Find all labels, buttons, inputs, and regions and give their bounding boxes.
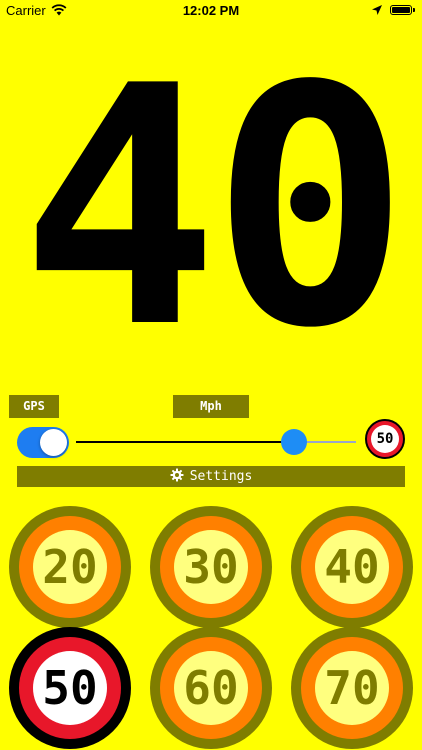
- gps-toggle[interactable]: [17, 427, 69, 458]
- speed-limit-value: 20: [33, 530, 107, 604]
- slider-track-filled: [76, 441, 294, 443]
- speed-limit-value: 60: [174, 651, 248, 725]
- current-limit-value: 50: [371, 425, 399, 453]
- speed-limit-button-70[interactable]: 70: [291, 627, 413, 749]
- speed-limit-button-50[interactable]: 50: [9, 627, 131, 749]
- gps-toggle-knob[interactable]: [40, 429, 67, 456]
- gps-label: GPS: [9, 395, 59, 418]
- battery-tip: [413, 8, 415, 12]
- battery-icon: [390, 5, 412, 15]
- settings-button[interactable]: Settings: [17, 466, 405, 487]
- current-limit-sign: 50: [365, 419, 405, 459]
- unit-button[interactable]: Mph: [173, 395, 249, 418]
- current-speed-display: 40: [20, 16, 409, 400]
- speed-limit-button-60[interactable]: 60: [150, 627, 272, 749]
- gear-icon: [170, 468, 184, 482]
- speed-limit-button-20[interactable]: 20: [9, 506, 131, 628]
- speed-limit-button-40[interactable]: 40: [291, 506, 413, 628]
- speed-limit-value: 30: [174, 530, 248, 604]
- settings-label: Settings: [189, 469, 253, 484]
- location-arrow-icon: [372, 5, 382, 15]
- speed-limit-value: 40: [315, 530, 389, 604]
- speed-limit-button-30[interactable]: 30: [150, 506, 272, 628]
- speed-limit-value: 70: [315, 651, 389, 725]
- speed-limit-value: 50: [33, 651, 107, 725]
- slider-thumb[interactable]: [281, 429, 307, 455]
- speed-limit-slider[interactable]: [76, 429, 356, 455]
